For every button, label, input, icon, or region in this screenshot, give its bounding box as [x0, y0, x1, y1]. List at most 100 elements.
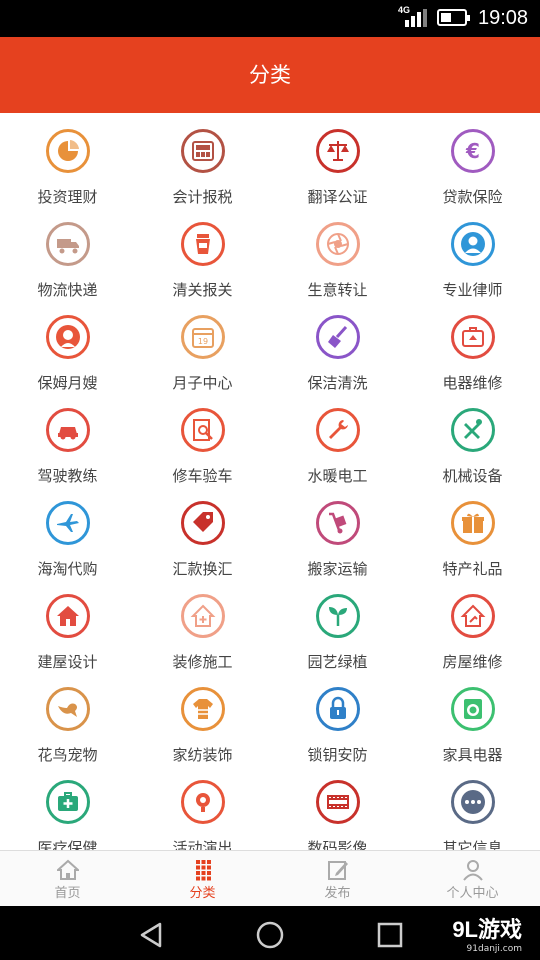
battery-icon [437, 9, 470, 26]
first-aid-icon [46, 780, 90, 824]
scales-icon [316, 129, 360, 173]
calendar-icon: 19 [181, 315, 225, 359]
watermark: 9L游戏 91danji.com [452, 912, 522, 954]
category-label: 水暖电工 [307, 467, 368, 485]
category-grid: 投资理财 会计报税 翻译公证 € 贷款保险物流快递 清关报关 生意转让 专业律师保姆月嫂 19 月… [0, 113, 540, 850]
nanny-icon [46, 315, 90, 359]
category-item[interactable]: 汇款换汇 [135, 485, 270, 578]
category-item[interactable]: 家纺装饰 [135, 671, 270, 764]
category-label: 园艺绿植 [307, 653, 368, 671]
category-item[interactable]: 海淘代购 [0, 485, 135, 578]
category-item[interactable]: 水暖电工 [270, 392, 405, 485]
tab-home[interactable]: 首页 [0, 851, 135, 906]
watermark-site: 91danji.com [466, 944, 522, 954]
washing-machine-icon [451, 687, 495, 731]
bird-icon [46, 687, 90, 731]
category-label: 特产礼品 [442, 560, 503, 578]
sprout-icon [316, 594, 360, 638]
category-label: 装修施工 [172, 653, 233, 671]
category-item[interactable]: 专业律师 [405, 206, 540, 299]
category-item[interactable]: 医疗保健 [0, 764, 135, 850]
hand-truck-icon [316, 501, 360, 545]
home-button-icon[interactable] [255, 920, 285, 950]
shirt-icon [181, 687, 225, 731]
house-repair-icon [451, 594, 495, 638]
pie-chart-icon [46, 129, 90, 173]
category-item[interactable]: 生意转让 [270, 206, 405, 299]
user-icon [462, 859, 484, 881]
category-item[interactable]: 装修施工 [135, 578, 270, 671]
tab-grid[interactable]: 分类 [135, 851, 270, 906]
bottom-tab-bar: 首页 分类 发布 个人中心 [0, 850, 540, 906]
tab-label: 个人中心 [446, 886, 499, 901]
category-item[interactable]: 投资理财 [0, 113, 135, 206]
tab-user[interactable]: 个人中心 [405, 851, 540, 906]
status-bar: 4G 19:08 [0, 0, 540, 37]
category-label: 其它信息 [442, 839, 503, 850]
category-item[interactable]: € 贷款保险 [405, 113, 540, 206]
edit-icon [327, 859, 349, 881]
category-item[interactable]: 会计报税 [135, 113, 270, 206]
tab-edit[interactable]: 发布 [270, 851, 405, 906]
gift-icon [451, 501, 495, 545]
home-icon [54, 859, 81, 881]
category-item[interactable]: 物流快递 [0, 206, 135, 299]
category-item[interactable]: 房屋维修 [405, 578, 540, 671]
category-item[interactable]: 数码影像 [270, 764, 405, 850]
category-scroll-area[interactable]: 投资理财 会计报税 翻译公证 € 贷款保险物流快递 清关报关 生意转让 专业律师保姆月嫂 19 月… [0, 113, 540, 850]
svg-text:€: € [465, 139, 480, 163]
category-label: 海淘代购 [37, 560, 98, 578]
tab-label: 发布 [324, 886, 351, 901]
category-item[interactable]: 机械设备 [405, 392, 540, 485]
category-label: 活动演出 [172, 839, 233, 850]
toolbox-icon [451, 315, 495, 359]
category-item[interactable]: 其它信息 [405, 764, 540, 850]
inspection-icon [181, 408, 225, 452]
category-label: 家具电器 [442, 746, 503, 764]
airplane-icon [46, 501, 90, 545]
more-icon [451, 780, 495, 824]
category-item[interactable]: 电器维修 [405, 299, 540, 392]
category-label: 花鸟宠物 [37, 746, 98, 764]
category-item[interactable]: 驾驶教练 [0, 392, 135, 485]
category-item[interactable]: 修车验车 [135, 392, 270, 485]
category-item[interactable]: 19 月子中心 [135, 299, 270, 392]
category-label: 机械设备 [442, 467, 503, 485]
category-label: 建屋设计 [37, 653, 98, 671]
grid-icon [192, 859, 214, 881]
category-item[interactable]: 园艺绿植 [270, 578, 405, 671]
house-icon [46, 594, 90, 638]
microphone-icon [181, 780, 225, 824]
price-tag-icon [181, 501, 225, 545]
tab-label: 首页 [54, 886, 81, 901]
category-label: 专业律师 [442, 281, 503, 299]
category-label: 锁钥安防 [307, 746, 368, 764]
category-label: 汇款换汇 [172, 560, 233, 578]
clock: 19:08 [478, 7, 529, 29]
category-item[interactable]: 建屋设计 [0, 578, 135, 671]
lock-icon [316, 687, 360, 731]
category-label: 月子中心 [172, 374, 233, 392]
category-item[interactable]: 搬家运输 [270, 485, 405, 578]
back-icon[interactable] [136, 920, 166, 950]
euro-icon: € [451, 129, 495, 173]
cup-icon [181, 222, 225, 266]
category-item[interactable]: 清关报关 [135, 206, 270, 299]
svg-text:19: 19 [198, 337, 208, 346]
category-item[interactable]: 保姆月嫂 [0, 299, 135, 392]
truck-icon [46, 222, 90, 266]
category-label: 翻译公证 [307, 188, 368, 206]
category-item[interactable]: 花鸟宠物 [0, 671, 135, 764]
category-label: 修车验车 [172, 467, 233, 485]
film-icon [316, 780, 360, 824]
category-item[interactable]: 翻译公证 [270, 113, 405, 206]
wrench-icon [316, 408, 360, 452]
category-item[interactable]: 锁钥安防 [270, 671, 405, 764]
category-item[interactable]: 特产礼品 [405, 485, 540, 578]
category-item[interactable]: 保洁清洗 [270, 299, 405, 392]
house-plus-icon [181, 594, 225, 638]
category-label: 保洁清洗 [307, 374, 368, 392]
recents-icon[interactable] [375, 920, 405, 950]
category-item[interactable]: 家具电器 [405, 671, 540, 764]
category-item[interactable]: 活动演出 [135, 764, 270, 850]
